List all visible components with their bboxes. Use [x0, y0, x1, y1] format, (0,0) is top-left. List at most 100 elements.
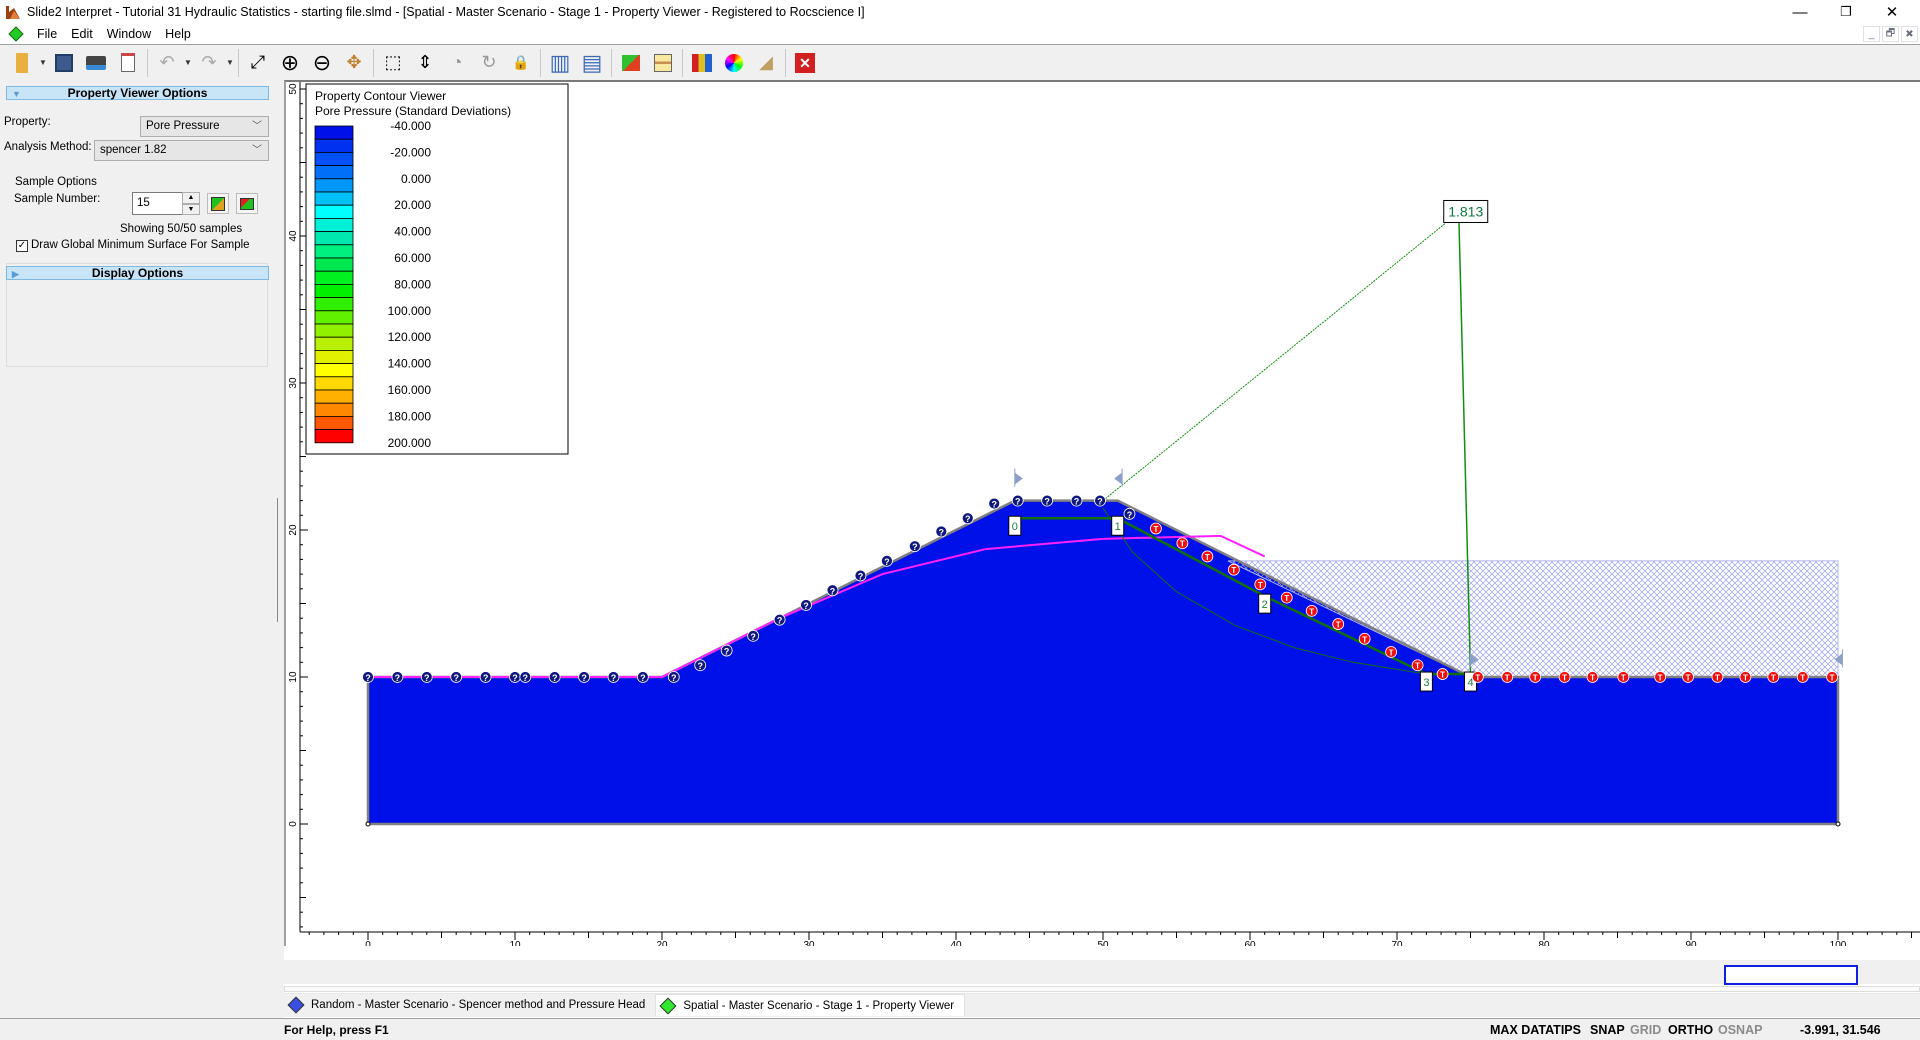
tab-random-scenario[interactable]: Random - Master Scenario - Spencer metho…	[284, 994, 655, 1016]
mdi-minimize-button[interactable]: _	[1863, 26, 1880, 42]
spin-down-button[interactable]: ▼	[182, 203, 200, 215]
tension-crack-marker[interactable]: T	[1385, 646, 1398, 658]
unknown-boundary-marker[interactable]: ?	[420, 671, 433, 684]
tension-crack-marker[interactable]: T	[1739, 671, 1752, 683]
close-view-button[interactable]: ✕	[789, 48, 821, 78]
unknown-boundary-marker[interactable]: ?	[720, 644, 733, 657]
contours-button[interactable]	[647, 48, 679, 78]
unknown-boundary-marker[interactable]: ?	[1094, 494, 1106, 507]
unknown-boundary-marker[interactable]: ?	[988, 497, 1001, 510]
ortho-toggle[interactable]: ORTHO	[1668, 1023, 1713, 1037]
unknown-boundary-marker[interactable]: ?	[607, 671, 620, 684]
tension-crack-marker[interactable]: T	[1617, 671, 1630, 683]
tension-crack-marker[interactable]: T	[1358, 632, 1371, 645]
unknown-boundary-marker[interactable]: ?	[854, 569, 867, 582]
tension-crack-marker[interactable]: T	[1471, 671, 1484, 683]
tension-crack-marker[interactable]: T	[1332, 618, 1345, 630]
slope-limit-marker[interactable]	[1014, 472, 1023, 485]
tension-crack-marker[interactable]: T	[1796, 671, 1809, 683]
zoom-window-button[interactable]: ⬚	[377, 48, 409, 78]
sample-statistics-button[interactable]	[236, 193, 258, 214]
tension-crack-marker[interactable]: T	[1227, 563, 1240, 576]
unknown-boundary-marker[interactable]: ?	[362, 671, 374, 684]
menu-file[interactable]: File	[30, 27, 64, 41]
analysis-method-select[interactable]: spencer 1.82 ﹀	[94, 140, 269, 161]
pan-button[interactable]: ✥	[338, 48, 370, 78]
property-viewer-button[interactable]	[686, 48, 718, 78]
minimize-button[interactable]: —	[1777, 0, 1823, 24]
zoom-out-button[interactable]: ⊖	[306, 48, 338, 78]
mdi-restore-button[interactable]: 🗗	[1882, 26, 1899, 42]
copy-report-button[interactable]	[112, 48, 144, 78]
print-button[interactable]	[80, 48, 112, 78]
unknown-boundary-marker[interactable]: ?	[826, 584, 839, 597]
tab-spatial-scenario[interactable]: Spatial - Master Scenario - Stage 1 - Pr…	[655, 994, 966, 1016]
zoom-rotate-button[interactable]: ↻	[473, 48, 505, 78]
menu-help[interactable]: Help	[158, 27, 198, 41]
unknown-boundary-marker[interactable]: ?	[1011, 494, 1024, 507]
unknown-boundary-marker[interactable]: ?	[908, 540, 921, 553]
tension-crack-marker[interactable]: T	[1201, 550, 1214, 563]
tension-crack-marker[interactable]: T	[1529, 671, 1542, 683]
unknown-boundary-marker[interactable]: ?	[636, 671, 649, 684]
tension-crack-marker[interactable]: T	[1254, 578, 1267, 591]
probability-button[interactable]: ◢	[750, 48, 782, 78]
tile-vertical-button[interactable]: ▥	[544, 48, 576, 78]
tension-crack-marker[interactable]: T	[1682, 671, 1694, 683]
undo-button[interactable]: ↶	[151, 48, 183, 78]
menu-window[interactable]: Window	[100, 27, 158, 41]
tension-crack-marker[interactable]: T	[1436, 668, 1449, 680]
horizontal-scrollbar[interactable]	[284, 986, 1920, 992]
redo-dropdown[interactable]: ▼	[225, 58, 235, 67]
zoom-slope-button[interactable]: ⇕	[409, 48, 441, 78]
filter-samples-button[interactable]	[207, 193, 229, 214]
sample-number-stepper[interactable]: ▲ ▼	[182, 192, 200, 215]
tension-crack-marker[interactable]: T	[1558, 671, 1571, 683]
unknown-boundary-marker[interactable]: ?	[773, 613, 786, 626]
unknown-boundary-marker[interactable]: ?	[548, 671, 561, 684]
restore-button[interactable]: ❐	[1823, 0, 1869, 24]
unknown-boundary-marker[interactable]: ?	[578, 671, 590, 684]
undo-dropdown[interactable]: ▼	[183, 58, 193, 67]
unknown-boundary-marker[interactable]: ?	[450, 671, 463, 684]
redo-button[interactable]: ↷	[193, 48, 225, 78]
close-button[interactable]: ✕	[1869, 0, 1915, 24]
tension-crack-marker[interactable]: T	[1280, 591, 1293, 604]
tension-crack-marker[interactable]: T	[1586, 671, 1599, 683]
factor-of-safety-label[interactable]: 1.813	[1448, 203, 1483, 219]
unknown-boundary-marker[interactable]: ?	[519, 671, 532, 684]
unknown-boundary-marker[interactable]: ?	[391, 671, 404, 684]
unknown-boundary-marker[interactable]: ?	[1123, 507, 1136, 520]
viewport-indicator[interactable]	[1724, 965, 1858, 985]
tension-crack-marker[interactable]: T	[1411, 659, 1424, 672]
max-datatips-toggle[interactable]: MAX DATATIPS	[1490, 1023, 1581, 1037]
tension-crack-marker[interactable]: T	[1826, 671, 1839, 683]
tension-crack-marker[interactable]: T	[1654, 671, 1667, 683]
zoom-all-button[interactable]: ⤢	[242, 48, 274, 78]
unknown-boundary-marker[interactable]: ?	[800, 599, 812, 611]
model-view[interactable]: 1.813 0 1 2 3 4????????????????????????????? T…	[284, 80, 1920, 946]
unknown-boundary-marker[interactable]: ?	[1070, 494, 1083, 507]
mdi-close-button[interactable]: ✖	[1901, 26, 1918, 42]
unknown-boundary-marker[interactable]: ?	[479, 671, 492, 684]
save-button[interactable]	[48, 48, 80, 78]
property-viewer-options-header[interactable]: ▼ Property Viewer Options	[6, 86, 269, 100]
color-wheel-button[interactable]	[718, 48, 750, 78]
zoom-previous-button[interactable]: ◔	[441, 48, 473, 78]
unknown-boundary-marker[interactable]: ?	[1041, 494, 1054, 507]
grid-toggle[interactable]: GRID	[1630, 1023, 1661, 1037]
unknown-boundary-marker[interactable]: ?	[961, 512, 974, 525]
unknown-boundary-marker[interactable]: ?	[694, 659, 707, 672]
zoom-in-button[interactable]: ⊕	[274, 48, 306, 78]
slope-limit-marker[interactable]	[1114, 472, 1123, 485]
link-views-button[interactable]	[615, 48, 647, 78]
unknown-boundary-marker[interactable]: ?	[881, 554, 893, 567]
tension-crack-marker[interactable]: T	[1305, 604, 1318, 617]
zoom-lock-button[interactable]: 🔒	[505, 48, 537, 78]
property-select[interactable]: Pore Pressure ﹀	[140, 116, 269, 137]
tension-crack-marker[interactable]: T	[1711, 671, 1724, 683]
unknown-boundary-marker[interactable]: ?	[667, 671, 680, 684]
splitter-handle[interactable]	[277, 498, 282, 622]
panel-splitter[interactable]	[276, 80, 284, 1026]
open-dropdown[interactable]: ▼	[38, 58, 48, 67]
